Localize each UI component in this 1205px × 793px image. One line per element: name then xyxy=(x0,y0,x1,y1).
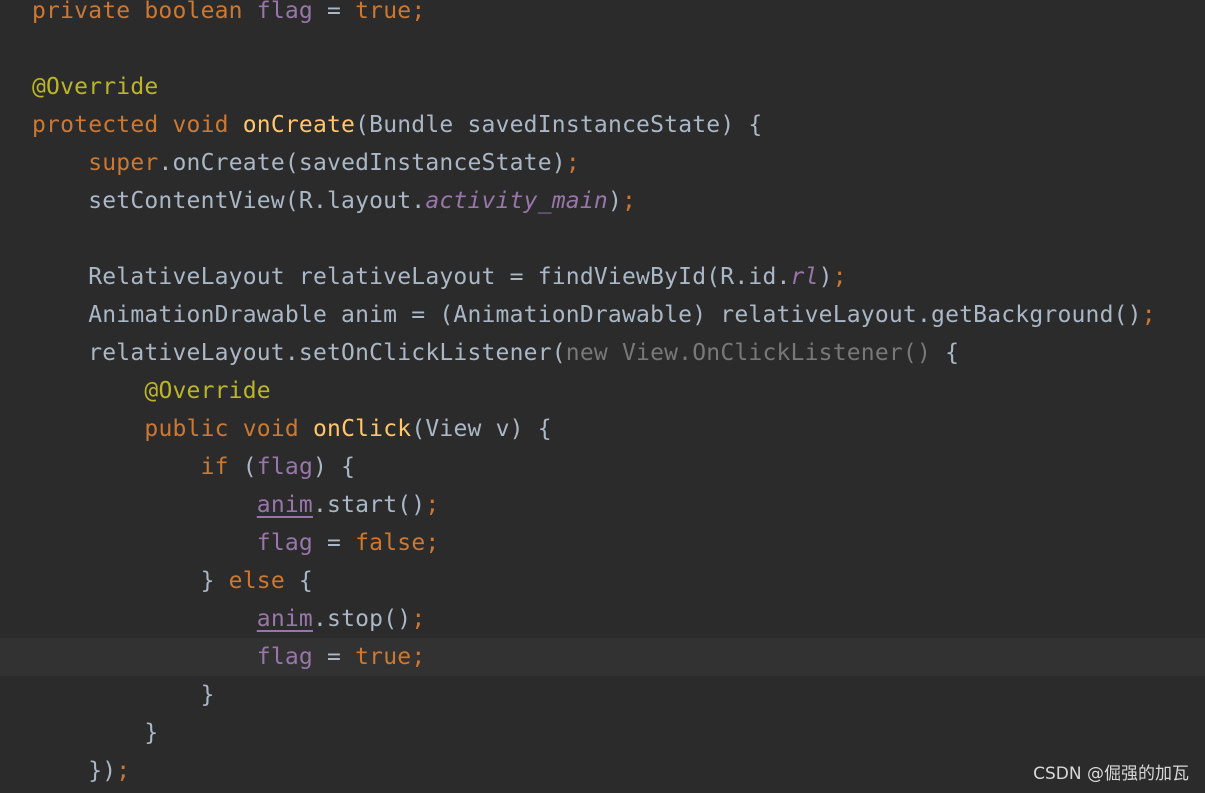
code-token: ) { xyxy=(313,454,356,480)
code-token: else xyxy=(228,568,299,594)
code-line[interactable]: super.onCreate(savedInstanceState); xyxy=(0,144,1205,182)
code-token: }) xyxy=(32,758,117,784)
code-token: setContentView(R.layout. xyxy=(32,188,426,214)
code-token: (Bundle savedInstanceState) { xyxy=(355,112,763,138)
code-line[interactable]: protected void onCreate(Bundle savedInst… xyxy=(0,106,1205,144)
code-token: onCreate xyxy=(242,112,356,138)
code-token: RelativeLayout relativeLayout = findView… xyxy=(32,264,791,290)
code-token: if xyxy=(200,454,243,480)
code-line[interactable]: flag = false; xyxy=(0,524,1205,562)
code-token: relativeLayout.setOnClickListener( xyxy=(32,340,566,366)
code-token: rl xyxy=(790,264,819,290)
code-line[interactable]: } xyxy=(0,714,1205,752)
code-token: ; xyxy=(622,188,637,214)
code-token: .onCreate(savedInstanceState) xyxy=(158,150,566,176)
code-token: ) xyxy=(818,264,833,290)
code-line[interactable] xyxy=(0,220,1205,258)
code-token: ; xyxy=(1141,302,1156,328)
code-token: anim xyxy=(256,492,313,518)
code-line[interactable]: setContentView(R.layout.activity_main); xyxy=(0,182,1205,220)
code-token: = xyxy=(312,644,356,670)
code-line[interactable]: @Override xyxy=(0,68,1205,106)
code-token: flag xyxy=(256,454,313,480)
code-token: .start() xyxy=(312,492,426,518)
code-token: onClick xyxy=(312,416,412,442)
code-line[interactable]: RelativeLayout relativeLayout = findView… xyxy=(0,258,1205,296)
code-line[interactable] xyxy=(0,30,1205,68)
code-token: ; xyxy=(832,264,847,290)
code-editor[interactable]: private boolean flag = true; @Override pro… xyxy=(0,0,1205,793)
code-token: true; xyxy=(355,644,426,670)
code-line[interactable]: anim.start(); xyxy=(0,486,1205,524)
code-token: flag xyxy=(256,0,313,24)
code-token: public void xyxy=(144,416,313,442)
code-token: false; xyxy=(355,530,440,556)
code-line[interactable]: } else { xyxy=(0,562,1205,600)
code-token: } xyxy=(32,568,229,594)
code-token: { xyxy=(298,568,313,594)
csdn-watermark: CSDN @倔强的加瓦 xyxy=(1033,764,1189,784)
code-line[interactable]: if (flag) { xyxy=(0,448,1205,486)
code-line[interactable]: }); xyxy=(0,752,1205,790)
code-token: anim xyxy=(256,606,313,632)
code-token: flag xyxy=(256,644,313,670)
code-token: protected void xyxy=(32,112,243,138)
code-token: activity_main xyxy=(425,188,608,214)
code-token: } xyxy=(32,682,215,708)
code-line[interactable]: @Override xyxy=(0,372,1205,410)
code-line[interactable]: flag = true; xyxy=(0,638,1205,676)
code-line[interactable]: anim.stop(); xyxy=(0,600,1205,638)
code-line[interactable]: public void onClick(View v) { xyxy=(0,410,1205,448)
code-line[interactable]: private boolean flag = true; xyxy=(0,0,1205,30)
code-line[interactable]: AnimationDrawable anim = (AnimationDrawa… xyxy=(0,296,1205,334)
code-token: true; xyxy=(355,0,426,24)
code-token: @Override xyxy=(144,378,271,404)
code-token: = xyxy=(312,530,356,556)
code-token: (View v) { xyxy=(411,416,552,442)
code-token: ; xyxy=(116,758,131,784)
code-token: flag xyxy=(256,530,313,556)
code-token: AnimationDrawable anim = (AnimationDrawa… xyxy=(32,302,1142,328)
code-token: .stop() xyxy=(312,606,412,632)
code-token: ; xyxy=(411,606,426,632)
code-token: { xyxy=(931,340,960,366)
code-token: ) xyxy=(607,188,623,214)
code-line[interactable]: relativeLayout.setOnClickListener(new Vi… xyxy=(0,334,1205,372)
code-token: ( xyxy=(242,454,257,480)
code-token: super xyxy=(88,150,159,176)
code-line[interactable]: } xyxy=(0,676,1205,714)
code-token: @Override xyxy=(32,74,159,100)
code-token: = xyxy=(312,0,356,24)
code-token: } xyxy=(32,720,159,746)
code-token: ; xyxy=(565,150,580,176)
code-token: private boolean xyxy=(32,0,257,24)
code-token: ; xyxy=(425,492,440,518)
code-token: new View.OnClickListener() xyxy=(565,340,932,366)
